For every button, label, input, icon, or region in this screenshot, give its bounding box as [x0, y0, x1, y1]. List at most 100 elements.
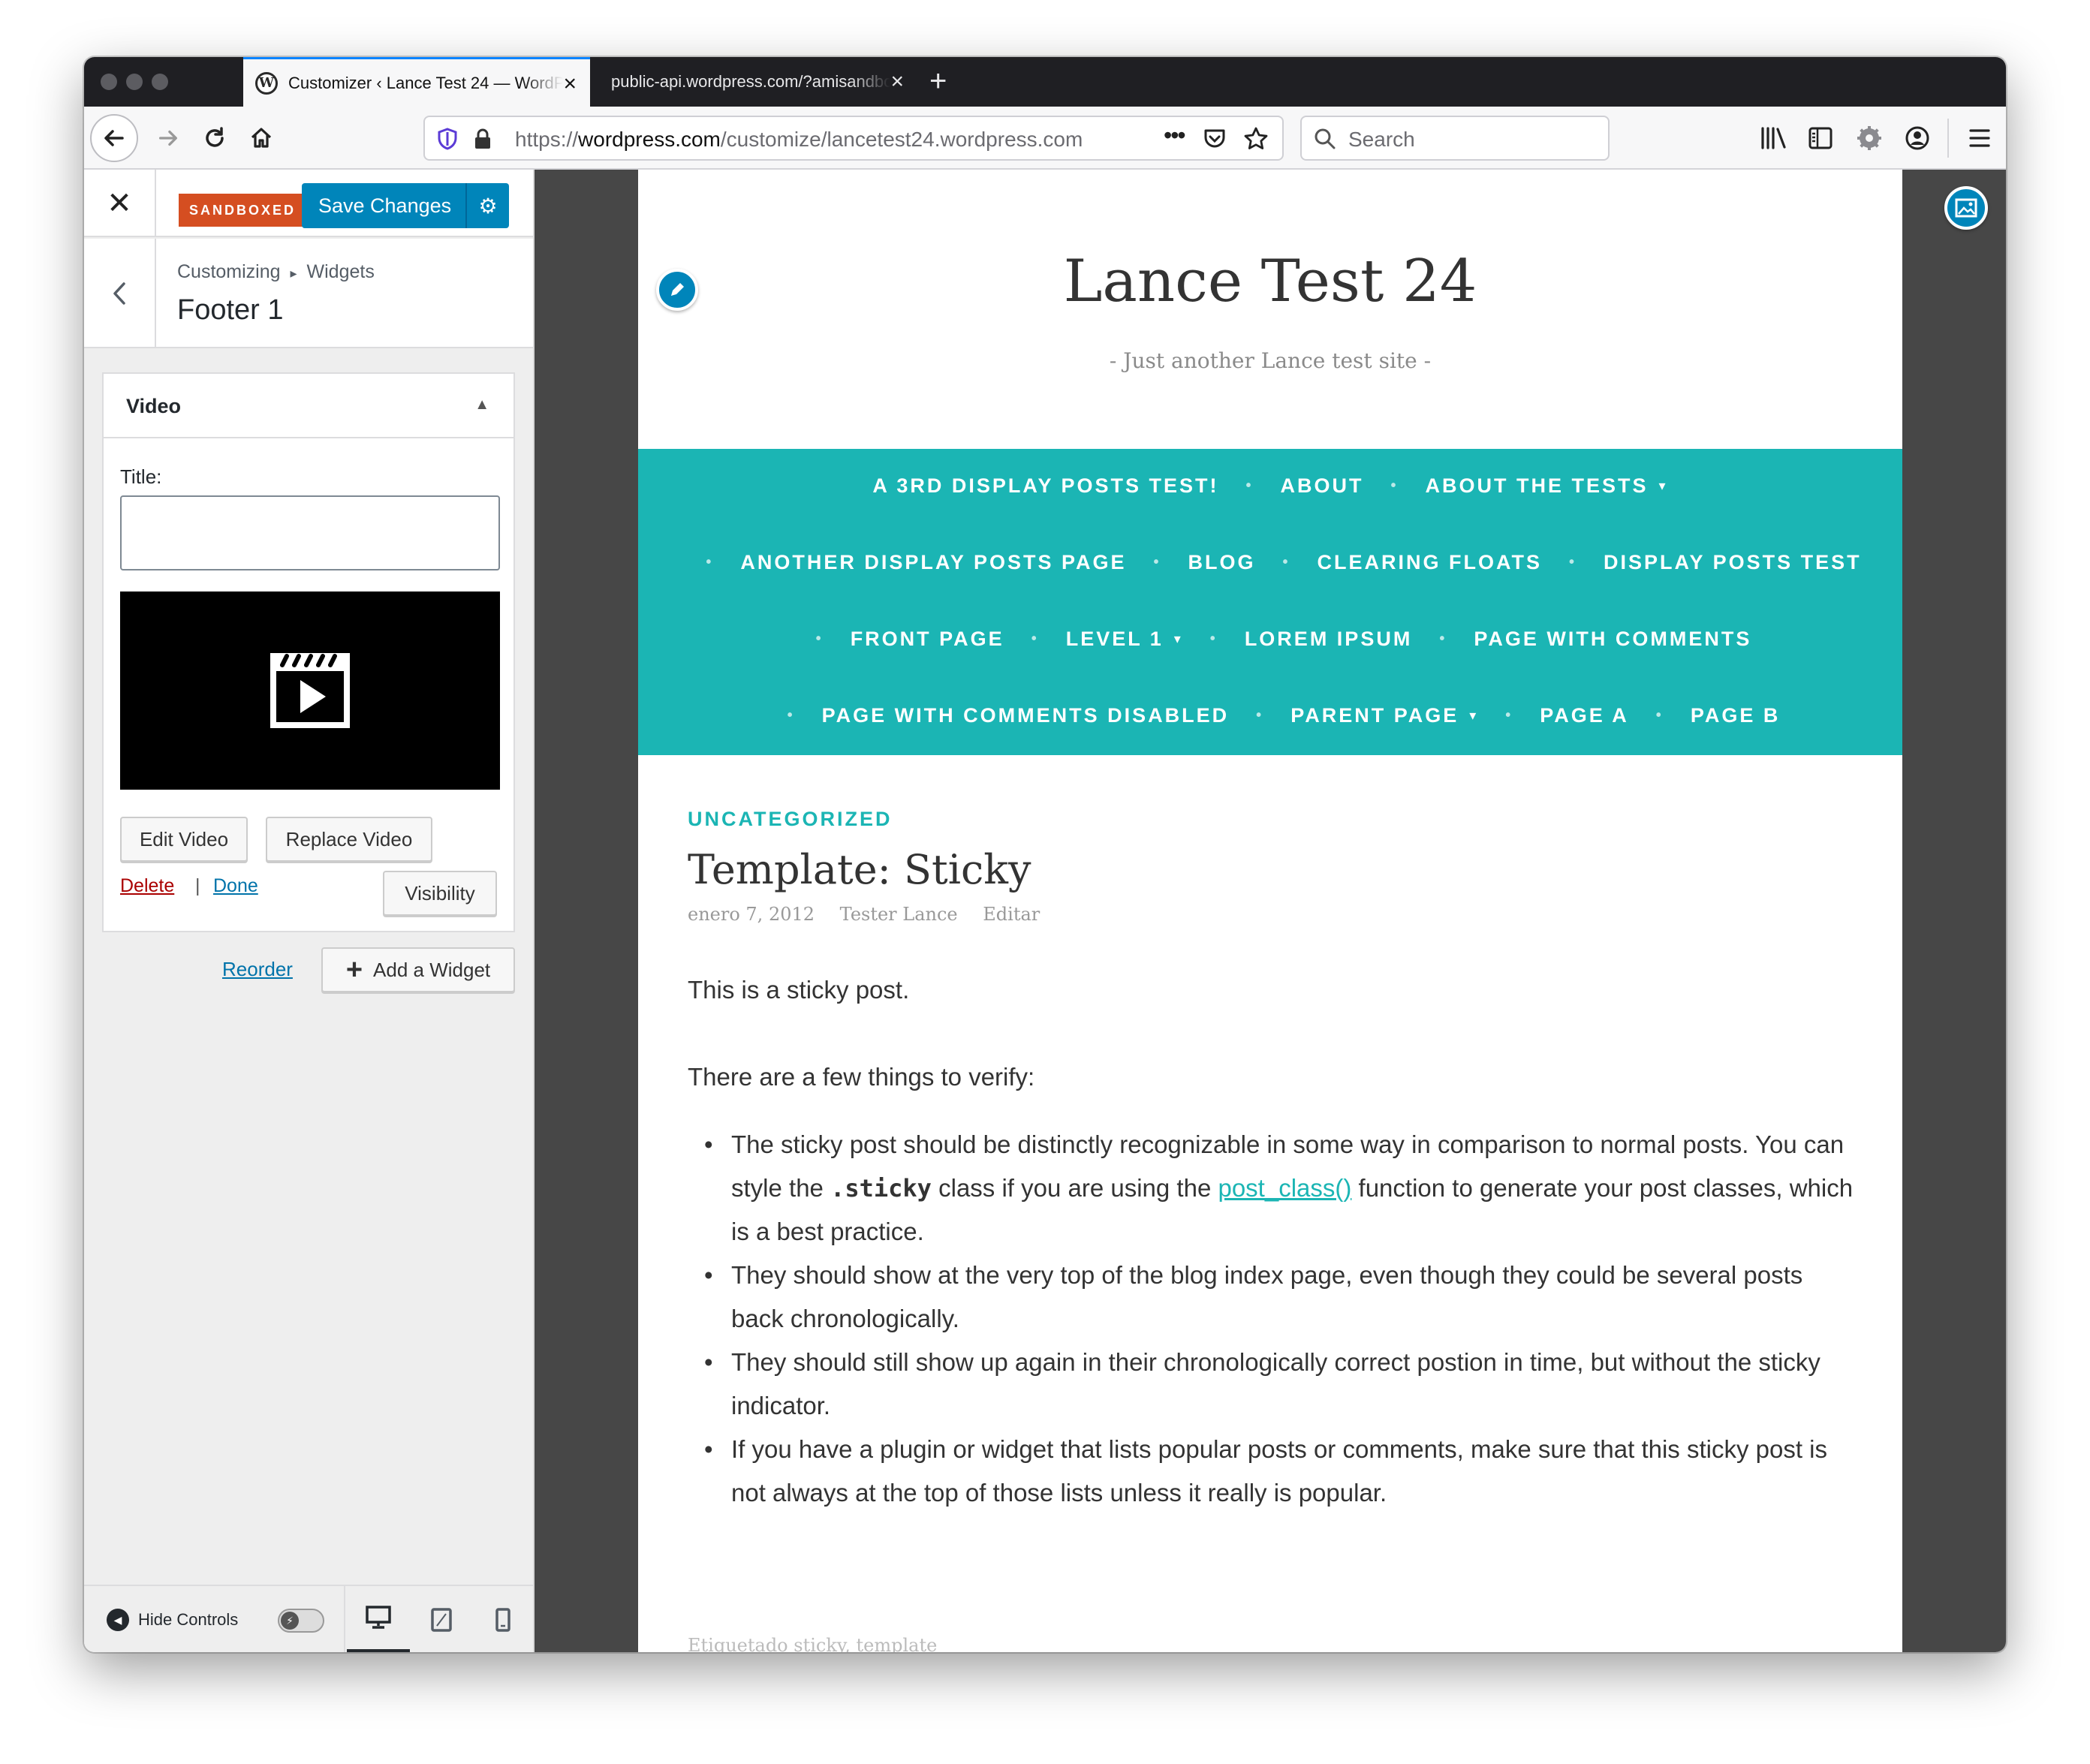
site-title[interactable]: Lance Test 24 [638, 248, 1902, 315]
replace-video-button[interactable]: Replace Video [266, 817, 432, 862]
delete-link[interactable]: Delete [120, 875, 174, 897]
menu-item-label: ABOUT THE TESTS [1425, 474, 1649, 497]
post-edit-link[interactable]: Editar [983, 904, 1040, 925]
add-widget-label: Add a Widget [373, 958, 491, 981]
menu-item-label: PARENT PAGE [1290, 704, 1459, 727]
new-tab-icon[interactable]: + [929, 66, 947, 96]
link-separator: | [195, 875, 200, 896]
close-icon[interactable]: × [890, 71, 904, 93]
menu-item-blog[interactable]: BLOG [1188, 551, 1256, 574]
lightning-icon: ⚡ [281, 1612, 299, 1630]
post-author[interactable]: Tester Lance [840, 904, 958, 925]
site-title-edit-shortcut[interactable] [656, 269, 698, 311]
preview-desktop-button[interactable] [347, 1586, 410, 1652]
menu-item-page-b[interactable]: PAGE B [1691, 704, 1781, 727]
collapse-left-icon: ◀ [107, 1609, 129, 1631]
bookmark-star-icon[interactable] [1243, 126, 1269, 152]
search-bar[interactable]: Search [1300, 116, 1610, 161]
mobile-icon [495, 1608, 510, 1632]
image-icon [1955, 198, 1977, 218]
page-actions-icon[interactable]: ••• [1164, 122, 1186, 149]
post-date[interactable]: enero 7, 2012 [688, 904, 815, 925]
reorder-link[interactable]: Reorder [222, 958, 293, 981]
video-clapper-icon [270, 653, 350, 728]
menu-item-front-page[interactable]: FRONT PAGE [851, 628, 1004, 651]
menu-item-page-with-comments-disabled[interactable]: PAGE WITH COMMENTS DISABLED [822, 704, 1230, 727]
menu-item-level-1[interactable]: LEVEL 1 ▾ [1066, 628, 1183, 651]
toolbar-divider [1947, 119, 1949, 158]
save-changes-button[interactable]: Save Changes [302, 183, 468, 228]
header-image-shortcut[interactable] [1944, 186, 1988, 230]
window-minimize-dot[interactable] [126, 74, 143, 90]
menu-item-lorem-ipsum[interactable]: LOREM IPSUM [1245, 628, 1413, 651]
list-item: If you have a plugin or widget that list… [704, 1428, 1859, 1515]
caret-down-icon: ▾ [1173, 631, 1183, 646]
menu-item-parent-page[interactable]: PARENT PAGE ▾ [1290, 704, 1478, 727]
menu-item-label: DISPLAY POSTS TEST [1604, 551, 1862, 573]
back-to-widgets-button[interactable] [84, 239, 156, 348]
widget-header[interactable]: Video ▲ [104, 374, 513, 438]
preview-tablet-button[interactable] [410, 1586, 473, 1652]
reload-icon [206, 127, 224, 147]
tablet-icon [431, 1608, 452, 1632]
hide-controls-button[interactable]: ◀ Hide Controls [107, 1609, 238, 1631]
menu-item-another-display-posts-page[interactable]: ANOTHER DISPLAY POSTS PAGE [740, 551, 1126, 574]
menu-item-label: LOREM IPSUM [1244, 628, 1413, 650]
back-button[interactable] [90, 114, 138, 162]
post-class-link[interactable]: post_class() [1218, 1174, 1351, 1202]
breadcrumb-separator: ▸ [290, 266, 297, 281]
site-preview: Lance Test 24 - Just another Lance test … [535, 170, 2006, 1652]
preview-mobile-button[interactable] [471, 1586, 535, 1652]
done-link[interactable]: Done [213, 875, 258, 897]
widget-title-input[interactable] [120, 495, 500, 570]
menu-item-clearing-floats[interactable]: CLEARING FLOATS [1318, 551, 1542, 574]
menu-item-about[interactable]: ABOUT [1281, 474, 1364, 498]
post-category-link[interactable]: UNCATEGORIZED [688, 808, 1859, 831]
browser-window: W Customizer ‹ Lance Test 24 — WordPress… [84, 57, 2006, 1652]
menu-dot: • [1245, 477, 1254, 494]
url-host: wordpress.com [578, 128, 721, 151]
library-icon[interactable] [1760, 126, 1787, 150]
collapse-arrow-icon[interactable]: ▲ [474, 396, 489, 414]
url-text[interactable]: https://wordpress.com/customize/lancetes… [515, 128, 1083, 152]
list-text: class if you are using the [931, 1174, 1218, 1202]
site-page: Lance Test 24 - Just another Lance test … [638, 170, 1902, 1652]
add-widget-button[interactable]: + Add a Widget [321, 947, 515, 992]
visibility-button[interactable]: Visibility [383, 871, 497, 916]
account-icon[interactable] [1904, 125, 1931, 152]
reload-button[interactable] [197, 120, 233, 156]
post-tags[interactable]: Etiquetado sticky, template [688, 1635, 937, 1652]
post-paragraph: There are a few things to verify: [688, 1063, 1035, 1091]
forward-button[interactable] [150, 120, 186, 156]
video-preview[interactable] [120, 592, 500, 790]
home-button[interactable] [243, 120, 279, 156]
caret-down-icon: ▾ [1658, 478, 1668, 493]
menu-item-page-with-comments[interactable]: PAGE WITH COMMENTS [1474, 628, 1751, 651]
post-list: The sticky post should be distinctly rec… [688, 1123, 1859, 1515]
window-close-dot[interactable] [101, 74, 117, 90]
menu-item-a-3rd-display-posts-test[interactable]: A 3RD DISPLAY POSTS TEST! [872, 474, 1218, 498]
toggle-switch[interactable]: ⚡ [278, 1609, 324, 1633]
url-bar[interactable]: https://wordpress.com/customize/lancetes… [423, 116, 1284, 161]
post-title[interactable]: Template: Sticky [688, 846, 1859, 893]
publish-settings-button[interactable]: ⚙ [465, 183, 509, 228]
wordpress-icon: W [255, 71, 278, 95]
close-icon[interactable]: × [563, 73, 577, 95]
hamburger-menu-icon[interactable] [1968, 128, 1991, 149]
window-zoom-dot[interactable] [152, 74, 168, 90]
menu-dot: • [1153, 554, 1161, 570]
tab-public-api[interactable]: public-api.wordpress.com/?amisandboxed × [592, 57, 917, 107]
edit-video-button[interactable]: Edit Video [120, 817, 248, 862]
tracking-shield-icon[interactable] [437, 128, 458, 150]
close-customizer-button[interactable]: ✕ [84, 170, 156, 237]
menu-dot: • [1655, 707, 1664, 724]
sidebar-toggle-icon[interactable] [1808, 126, 1833, 150]
pocket-icon[interactable] [1203, 128, 1227, 150]
lock-icon[interactable] [473, 128, 492, 150]
menu-item-page-a[interactable]: PAGE A [1540, 704, 1629, 727]
menu-item-about-the-tests[interactable]: ABOUT THE TESTS ▾ [1426, 474, 1668, 498]
menu-item-display-posts-test[interactable]: DISPLAY POSTS TEST [1604, 551, 1862, 574]
tab-customizer[interactable]: W Customizer ‹ Lance Test 24 — WordPress… [243, 57, 590, 107]
extension-gear-icon[interactable] [1856, 125, 1883, 152]
breadcrumb: Customizing ▸ Widgets [177, 261, 375, 283]
